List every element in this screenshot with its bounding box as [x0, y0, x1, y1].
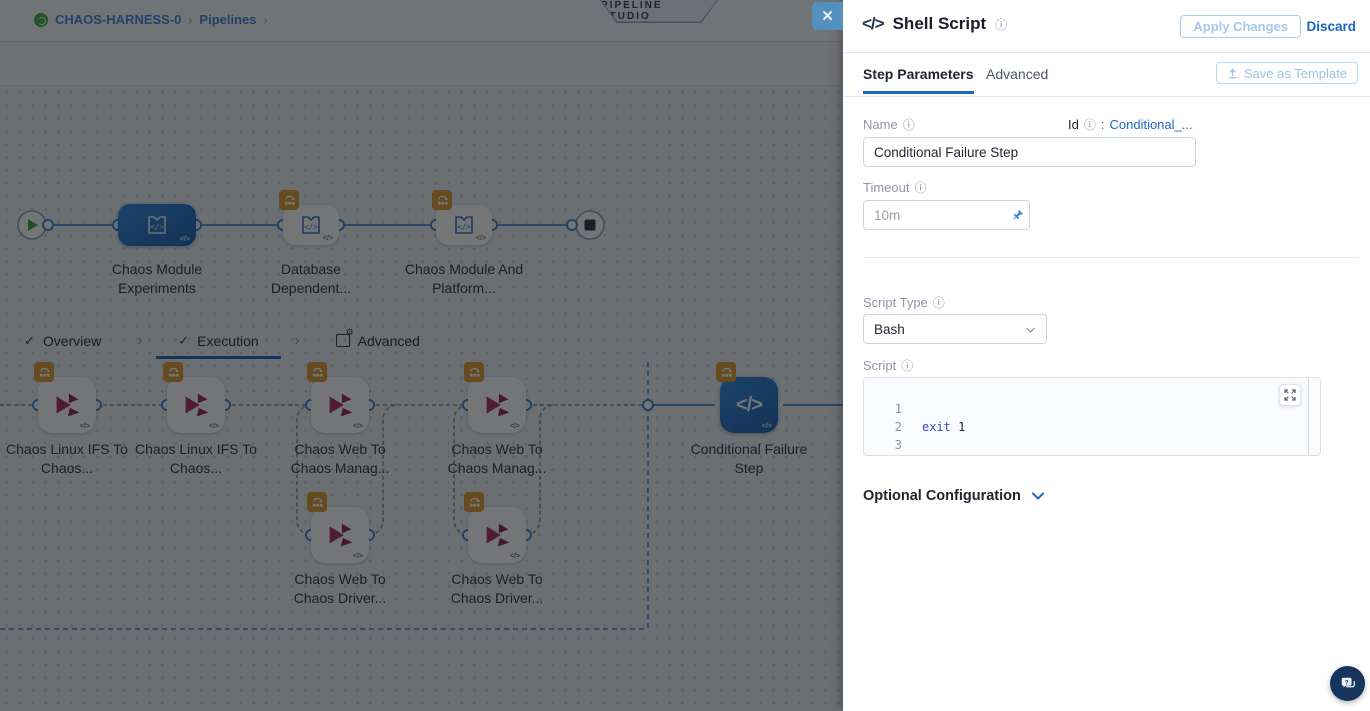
save-as-template-button[interactable]: Save as Template [1216, 62, 1358, 84]
close-drawer-button[interactable]: ✕ [812, 2, 843, 30]
script-type-label: Script Type ⓘ [863, 294, 945, 311]
expand-editor-button[interactable] [1279, 384, 1301, 406]
apply-changes-button[interactable]: Apply Changes [1180, 15, 1301, 38]
line-number: 4 [864, 454, 902, 456]
pipeline-canvas-region: CHAOS-HARNESS-0 › Pipelines › PIPELINE S… [0, 0, 843, 711]
step-id-value[interactable]: Conditional_... [1109, 117, 1192, 132]
script-code-editor[interactable]: 1 exit 1 2 3 # comment for future refere… [863, 377, 1321, 456]
drawer-header: </> Shell Script ⓘ Apply Changes Discard [843, 0, 1370, 53]
chevron-down-icon [1031, 491, 1045, 501]
name-input[interactable] [863, 137, 1196, 167]
info-icon[interactable]: ⓘ [995, 16, 1007, 33]
script-label: Script ⓘ [863, 357, 913, 374]
code-comment: # comment for future references [922, 454, 1146, 456]
help-chat-button[interactable]: ? [1330, 666, 1365, 701]
tab-step-advanced[interactable]: Advanced [986, 66, 1048, 82]
section-divider [863, 257, 1358, 258]
svg-text:?: ? [1344, 679, 1348, 686]
drawer-dim-overlay [0, 0, 843, 711]
chat-question-icon: ? [1339, 675, 1357, 693]
optional-configuration-toggle[interactable]: Optional Configuration [863, 488, 1045, 504]
discard-button[interactable]: Discard [1306, 19, 1356, 34]
chevron-down-icon [1025, 326, 1036, 334]
id-label: Id [1068, 117, 1079, 132]
info-icon[interactable]: ⓘ [1084, 116, 1096, 133]
info-icon[interactable]: ⓘ [914, 179, 926, 196]
info-icon[interactable]: ⓘ [933, 294, 945, 311]
pipeline-studio-app: CHAOS-HARNESS-0 › Pipelines › PIPELINE S… [0, 0, 1370, 711]
shell-script-icon: </> [862, 14, 884, 34]
timeout-field-label: Timeout ⓘ [863, 179, 927, 196]
step-config-drawer: </> Shell Script ⓘ Apply Changes Discard… [843, 0, 1370, 711]
info-icon[interactable]: ⓘ [901, 357, 913, 374]
upload-icon [1227, 68, 1238, 79]
editor-scrollbar[interactable] [1308, 378, 1309, 455]
script-type-select[interactable]: Bash [863, 314, 1047, 344]
drawer-title: Shell Script [893, 14, 987, 34]
fixed-value-pin-icon[interactable] [1005, 200, 1030, 230]
name-field-label: Name ⓘ [863, 116, 915, 133]
drawer-tabs: Step Parameters Advanced Save as Templat… [843, 53, 1370, 97]
step-id-row: Id ⓘ : Conditional_... [1068, 116, 1193, 133]
tab-step-parameters[interactable]: Step Parameters [863, 66, 974, 82]
close-icon: ✕ [821, 7, 834, 25]
info-icon[interactable]: ⓘ [903, 116, 915, 133]
